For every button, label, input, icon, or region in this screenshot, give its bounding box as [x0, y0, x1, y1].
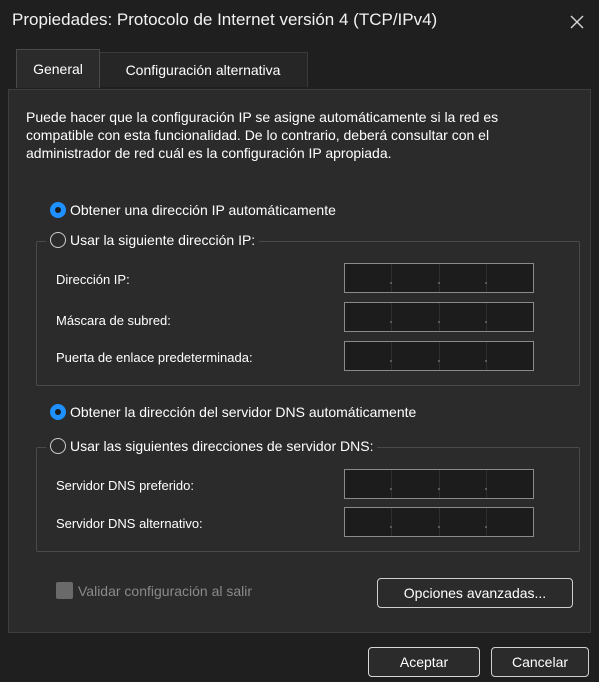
- ip-auto-radio-label: Obtener una dirección IP automáticamente: [70, 202, 336, 218]
- alternate-dns-label: Servidor DNS alternativo:: [56, 516, 203, 531]
- description-text: Puede hacer que la configuración IP se a…: [26, 109, 499, 161]
- radio-checked-icon: [50, 404, 66, 420]
- ip-address-label: Dirección IP:: [56, 272, 130, 287]
- subnet-mask-field[interactable]: [344, 302, 534, 332]
- radio-checked-icon: [50, 202, 66, 218]
- checkbox-disabled-icon: [56, 582, 73, 599]
- tab-alternate-config[interactable]: Configuración alternativa: [98, 52, 308, 87]
- default-gateway-label: Puerta de enlace predeterminada:: [56, 350, 253, 365]
- close-icon: [570, 15, 584, 29]
- ip-auto-radio[interactable]: Obtener una dirección IP automáticamente: [50, 202, 336, 218]
- subnet-mask-label: Máscara de subred:: [56, 313, 171, 328]
- radio-unchecked-icon: [50, 232, 66, 248]
- tab-bar: General Configuración alternativa: [0, 49, 599, 92]
- dns-auto-radio[interactable]: Obtener la dirección del servidor DNS au…: [50, 404, 416, 420]
- radio-unchecked-icon: [50, 438, 66, 454]
- tab-general-label: General: [33, 61, 83, 77]
- ip-manual-radio-label: Usar la siguiente dirección IP:: [70, 232, 256, 248]
- dns-auto-radio-label: Obtener la dirección del servidor DNS au…: [70, 404, 417, 420]
- ok-button[interactable]: Aceptar: [368, 647, 480, 677]
- preferred-dns-label: Servidor DNS preferido:: [56, 478, 194, 493]
- advanced-options-button[interactable]: Opciones avanzadas...: [377, 578, 573, 608]
- dns-manual-radio[interactable]: Usar las siguientes direcciones de servi…: [46, 438, 378, 454]
- default-gateway-field[interactable]: [344, 341, 534, 371]
- tab-general[interactable]: General: [16, 49, 100, 88]
- validate-checkbox[interactable]: Validar configuración al salir: [56, 582, 252, 599]
- ip-manual-radio[interactable]: Usar la siguiente dirección IP:: [46, 232, 260, 248]
- alternate-dns-field[interactable]: [344, 507, 534, 537]
- title-bar: Propiedades: Protocolo de Internet versi…: [0, 0, 599, 44]
- tab-alternate-config-label: Configuración alternativa: [125, 62, 281, 78]
- validate-checkbox-label: Validar configuración al salir: [78, 582, 253, 599]
- ip-address-field[interactable]: [344, 263, 534, 293]
- dns-manual-radio-label: Usar las siguientes direcciones de servi…: [70, 438, 374, 454]
- close-button[interactable]: [555, 0, 599, 44]
- preferred-dns-field[interactable]: [344, 469, 534, 499]
- window-title: Propiedades: Protocolo de Internet versi…: [12, 10, 438, 29]
- cancel-button[interactable]: Cancelar: [491, 647, 589, 677]
